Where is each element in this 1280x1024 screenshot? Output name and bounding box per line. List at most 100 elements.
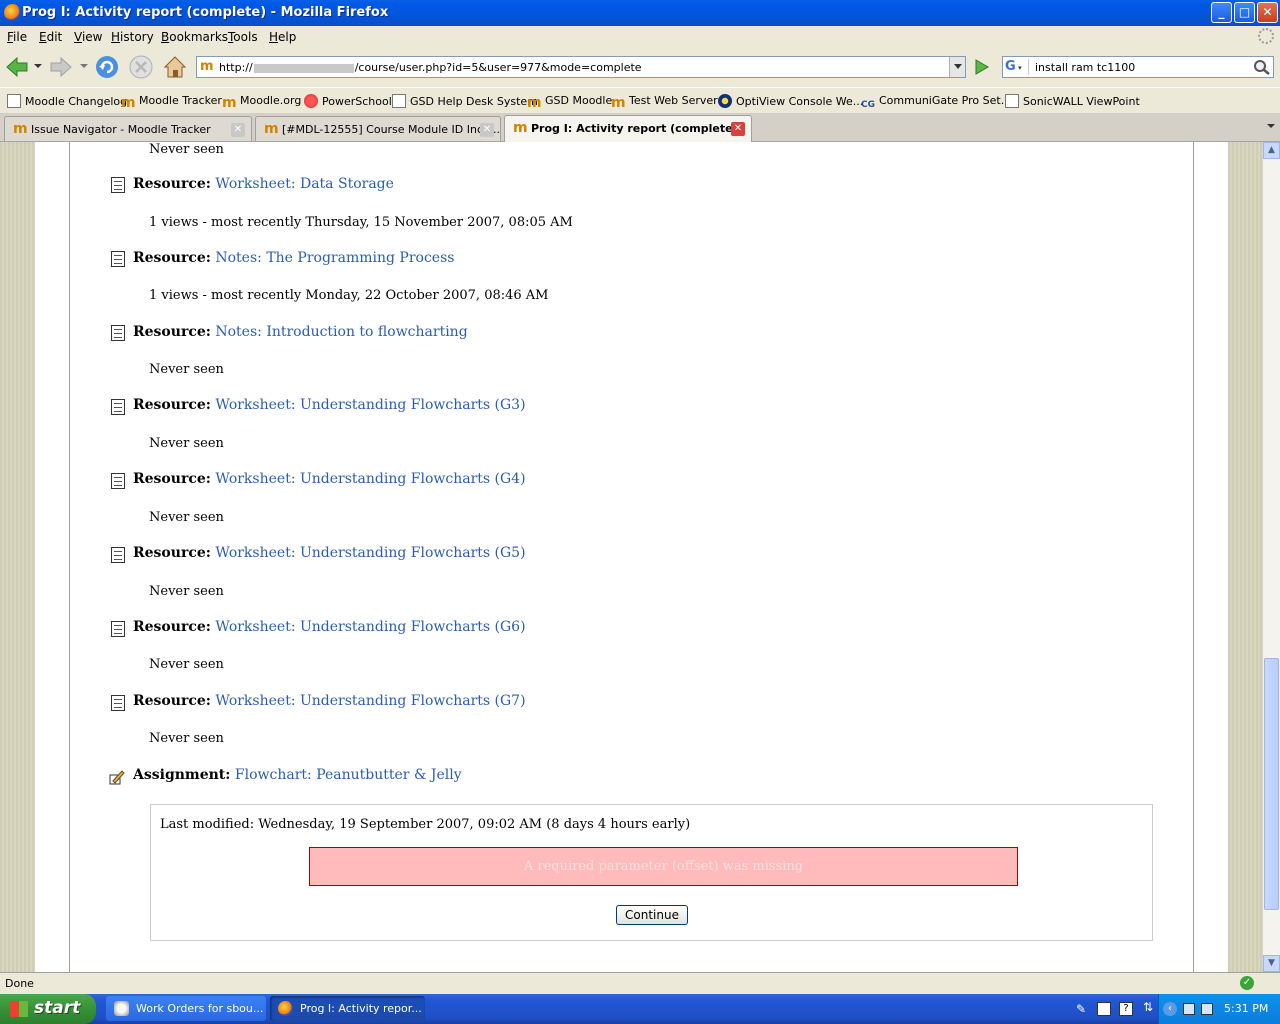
go-arrow-icon[interactable] [970, 57, 992, 77]
monitor-icon[interactable] [1183, 1003, 1195, 1015]
resource-link[interactable]: Notes: Introduction to flowcharting [215, 324, 467, 340]
menu-history[interactable]: History [111, 30, 154, 44]
tab-list-chevron-icon[interactable] [1266, 122, 1276, 130]
bookmark-communigate[interactable]: CG CommuniGate Pro Set... [861, 94, 1011, 112]
resource-document-icon [111, 177, 125, 193]
bookmark-powerschool[interactable]: PowerSchool [304, 94, 392, 108]
stop-icon[interactable] [128, 54, 154, 80]
resource-document-icon [111, 325, 125, 341]
tray-chevron-icon[interactable]: ‹ [1163, 1002, 1177, 1016]
chevron-down-icon [954, 64, 962, 69]
assignment-link[interactable]: Flowchart: Peanutbutter & Jelly [235, 767, 462, 783]
start-button[interactable]: start [0, 994, 96, 1024]
entry-info: Never seen [149, 584, 224, 599]
resource-document-icon [111, 473, 125, 489]
assignment-entry: Assignment: Flowchart: Peanutbutter & Je… [133, 767, 462, 783]
menu-help[interactable]: Help [269, 30, 296, 44]
resource-link[interactable]: Worksheet: Understanding Flowcharts (G7) [215, 693, 525, 709]
moodle-icon: m [611, 95, 626, 111]
entry-kind: Assignment: [133, 767, 231, 783]
entry-kind: Resource: [133, 250, 211, 266]
resource-document-icon [111, 251, 125, 267]
firefox-icon [4, 4, 21, 21]
search-bar[interactable]: G ▾ install ram tc1100 [1002, 56, 1274, 78]
url-bar[interactable]: m http:// /course/user.php?id=5&user=977&… [196, 56, 966, 78]
taskbar-item-work-orders[interactable]: Work Orders for sbou... [106, 996, 266, 1021]
help-icon[interactable]: ? [1119, 1002, 1133, 1016]
continue-button[interactable]: Continue [616, 905, 688, 925]
bookmark-gsd-help-desk[interactable]: GSD Help Desk System [392, 94, 538, 108]
resource-entry: Resource: Worksheet: Understanding Flowc… [133, 397, 526, 413]
page-background-right [1228, 142, 1263, 972]
tab-close-icon[interactable]: ✕ [480, 123, 494, 137]
resource-link[interactable]: Worksheet: Understanding Flowcharts (G6) [215, 619, 525, 635]
maximize-button[interactable]: □ [1234, 2, 1255, 23]
scroll-up-icon[interactable]: ▲ [1263, 142, 1280, 159]
tab-issue-navigator[interactable]: m Issue Navigator - Moodle Tracker ✕ [4, 116, 252, 141]
entry-info: Never seen [149, 142, 224, 157]
menu-view[interactable]: View [74, 30, 102, 44]
tab-mdl-12555[interactable]: m [#MDL-12555] Course Module ID Inco... … [255, 116, 501, 141]
tab-close-icon[interactable]: ✕ [731, 122, 745, 136]
content-border-right [1193, 142, 1194, 972]
resource-link[interactable]: Worksheet: Data Storage [215, 176, 394, 192]
menu-tools[interactable]: Tools [228, 30, 258, 44]
window-titlebar[interactable]: Prog I: Activity report (complete) - Moz… [0, 0, 1280, 26]
home-icon[interactable] [162, 54, 188, 80]
taskbar-item-label: Prog I: Activity repor... [300, 1002, 422, 1015]
entry-info: Never seen [149, 657, 224, 672]
assignment-pencil-icon [109, 770, 125, 785]
reload-icon[interactable] [94, 54, 120, 80]
resource-link[interactable]: Worksheet: Understanding Flowcharts (G4) [215, 471, 525, 487]
entry-info: Never seen [149, 731, 224, 746]
bookmark-test-web-server[interactable]: m Test Web Server [611, 94, 718, 110]
back-arrow-icon[interactable] [4, 54, 30, 80]
tab-label: Prog I: Activity report (complete) [531, 122, 738, 135]
pen-icon[interactable]: ✎ [1076, 1002, 1090, 1016]
clock[interactable]: 5:31 PM [1224, 1002, 1268, 1015]
forward-arrow-icon[interactable] [48, 54, 74, 80]
resource-link[interactable]: Worksheet: Understanding Flowcharts (G3) [215, 397, 525, 413]
minimize-button[interactable]: _ [1211, 2, 1232, 23]
bookmark-moodle-org[interactable]: m Moodle.org [222, 94, 301, 110]
bookmark-moodle-tracker[interactable]: m Moodle Tracker [121, 94, 222, 110]
search-input[interactable]: install ram tc1100 [1035, 61, 1135, 74]
close-button[interactable]: ✕ [1257, 2, 1278, 23]
tab-bar: m Issue Navigator - Moodle Tracker ✕ m [… [0, 113, 1280, 142]
bookmark-moodle-changelog[interactable]: Moodle Changelog [7, 94, 127, 108]
entry-info: Never seen [149, 362, 224, 377]
monitor-icon[interactable] [1201, 1003, 1213, 1015]
search-engine-selector[interactable]: G ▾ [1005, 59, 1029, 75]
resource-entry: Resource: Worksheet: Data Storage [133, 176, 394, 192]
scroll-down-icon[interactable]: ▼ [1263, 955, 1280, 972]
network-icon[interactable]: ⇅ [1143, 1000, 1153, 1014]
menu-bookmarks[interactable]: Bookmarks [161, 30, 228, 44]
entry-info: Never seen [149, 510, 224, 525]
bookmark-sonicwall[interactable]: SonicWALL ViewPoint [1005, 94, 1140, 108]
throbber-icon [1258, 28, 1274, 44]
resource-link[interactable]: Notes: The Programming Process [215, 250, 454, 266]
resource-document-icon [111, 695, 125, 711]
page-icon [7, 94, 21, 108]
cg-icon: CG [861, 100, 875, 110]
back-dropdown-icon[interactable] [34, 62, 42, 70]
windows-taskbar: start Work Orders for sbou... Prog I: Ac… [0, 994, 1280, 1024]
page-icon [392, 94, 406, 108]
resource-link[interactable]: Worksheet: Understanding Flowcharts (G5) [215, 545, 525, 561]
scrollbar-thumb[interactable] [1264, 658, 1279, 910]
taskbar-item-label: Work Orders for sbou... [136, 1002, 264, 1015]
menu-bar: File Edit View History Bookmarks Tools H… [0, 26, 1280, 48]
tab-activity-report[interactable]: m Prog I: Activity report (complete) ✕ [504, 115, 752, 142]
redacted-host [253, 63, 354, 73]
menu-file[interactable]: File [7, 30, 27, 44]
taskbar-item-firefox[interactable]: Prog I: Activity repor... [270, 996, 425, 1021]
magnifier-icon[interactable] [1253, 59, 1271, 75]
forward-dropdown-icon[interactable] [80, 62, 88, 70]
menu-edit[interactable]: Edit [39, 30, 62, 44]
tray-app-icon[interactable] [1097, 1002, 1111, 1016]
bookmark-gsd-moodle[interactable]: m GSD Moodle [527, 94, 612, 110]
tab-close-icon[interactable]: ✕ [231, 123, 245, 137]
url-history-dropdown[interactable] [949, 57, 965, 77]
vertical-scrollbar[interactable]: ▲ ▼ [1263, 142, 1280, 972]
bookmark-optiview[interactable]: OptiView Console We... [718, 94, 863, 108]
